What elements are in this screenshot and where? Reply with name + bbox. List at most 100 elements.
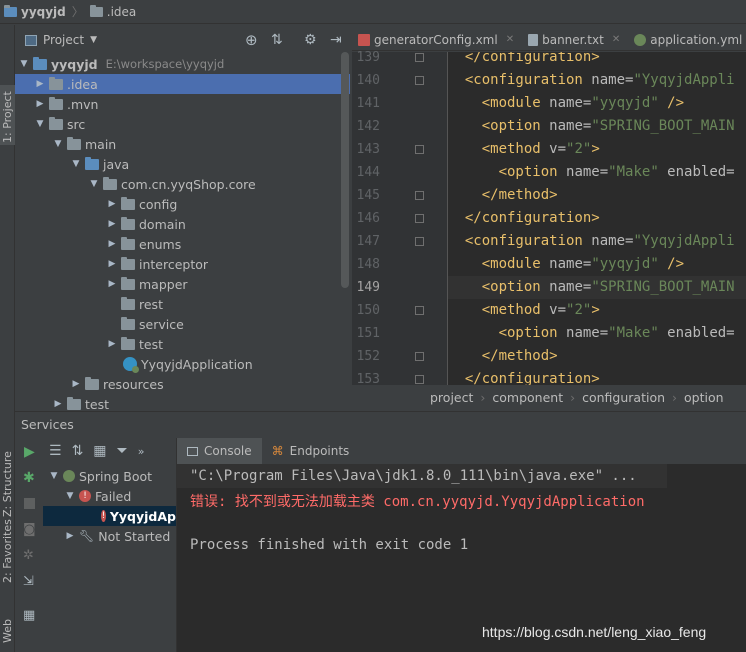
breadcrumb-item[interactable]: option [684,390,724,405]
editor-breadcrumb: project › component › configuration › op… [352,385,746,410]
tree-row-mapper[interactable]: ▶ mapper [15,274,350,294]
tree-label: Spring Boot [79,468,153,484]
fold-marker-icon[interactable] [415,53,424,62]
web-tool-tab[interactable]: Web [0,619,15,652]
tree-row-yyqyjd-application[interactable]: YyqyjdApplication [15,354,350,374]
spring-boot-icon [63,470,75,482]
collapsed-arrow-icon: ▶ [72,379,80,389]
expanded-arrow-icon: ▼ [54,139,62,149]
close-icon[interactable]: ✕ [612,34,620,45]
tree-label: yyqyjd [51,56,98,72]
tree-row-rest[interactable]: rest [15,294,350,314]
code-line: <module name="yyqyjd" /> [481,256,685,272]
tree-row-mvn[interactable]: ▶ .mvn [15,94,350,114]
tree-label: .mvn [67,96,99,112]
tree-label: enums [139,236,182,252]
project-view-icon [25,34,37,46]
watermark-url: https://blog.csdn.net/leng_xiao_feng [482,624,707,640]
folder-icon [89,4,103,17]
hide-panel-icon[interactable]: ⇥ [330,32,342,48]
tree-row-interceptor[interactable]: ▶ interceptor [15,254,350,274]
fold-marker-icon[interactable] [415,191,424,200]
web-tool-tab-label: Web [1,619,14,643]
navigation-bar: yyqyjd 〉 .idea [0,0,746,24]
collapsed-arrow-icon: ▶ [108,239,116,249]
tree-row-test[interactable]: ▶ test [15,394,350,410]
nav-separator: 〉 [71,5,84,19]
line-number: 144 [356,165,380,180]
project-tool-tab[interactable]: 1: Project [0,85,15,145]
more-icon[interactable]: » [138,445,145,458]
code-editor[interactable]: </configuration> <configuration name="Yy… [448,52,746,385]
expand-all-icon[interactable]: ☰ [49,443,62,459]
line-number: 142 [356,119,380,134]
fold-marker-icon[interactable] [415,76,424,85]
service-spring-boot[interactable]: ▼ Spring Boot [43,466,176,486]
line-number: 150 [356,303,380,318]
settings-icon[interactable]: ✲ [23,548,34,563]
error-icon: ! [79,490,91,502]
left-tool-strip: 1: Project Z: Structure 2: Favorites Web [0,25,15,652]
run-icon[interactable]: ▶ [24,444,35,460]
service-not-started-group[interactable]: ▶ 🔧︎ Not Started [43,526,176,546]
breadcrumb-separator: › [672,390,678,405]
project-view-selector[interactable]: Project [43,33,84,47]
tree-row-package-core[interactable]: ▼ com.cn.yyqShop.core [15,174,350,194]
nav-project-crumb[interactable]: yyqyjd [4,4,66,19]
tree-row-config[interactable]: ▶ config [15,194,350,214]
fold-marker-icon[interactable] [415,352,424,361]
gear-icon[interactable]: ⚙ [304,32,317,48]
deploy-icon[interactable]: ⇲ [23,574,34,589]
tree-row-idea[interactable]: ▶ .idea [15,74,350,94]
nav-folder-crumb[interactable]: .idea [89,4,136,19]
service-failed-group[interactable]: ▼ ! Failed [43,486,176,506]
close-icon[interactable]: ✕ [506,34,514,45]
tab-banner[interactable]: banner.txt ✕ [522,29,628,51]
tree-row-service[interactable]: service [15,314,350,334]
code-line: </configuration> [464,210,600,226]
line-number: 139 [356,50,380,65]
project-path: E:\workspace\yyqyjd [105,57,225,71]
package-icon [121,196,135,210]
tree-row-project-root[interactable]: ▼ yyqyjd E:\workspace\yyqyjd [15,54,350,74]
chevron-down-icon[interactable]: ▼ [90,35,97,45]
tree-row-test-package[interactable]: ▶ test [15,334,350,354]
fold-marker-icon[interactable] [415,375,424,384]
layout-icon[interactable]: ▦ [23,608,35,623]
breadcrumb-item[interactable]: project [430,390,473,405]
code-line: <module name="yyqyjd" /> [481,95,685,111]
collapse-all-icon[interactable]: ⇅ [72,443,84,459]
collapse-all-icon[interactable]: ⇅ [271,32,283,48]
tab-console[interactable]: Console [177,438,262,464]
tree-row-resources[interactable]: ▶ resources [15,374,350,394]
tree-row-java[interactable]: ▼ java [15,154,350,174]
tree-row-main[interactable]: ▼ main [15,134,350,154]
fold-marker-icon[interactable] [415,214,424,223]
project-scrollbar[interactable] [341,52,349,288]
tab-endpoints[interactable]: ⌘ Endpoints [262,438,360,464]
tree-label: domain [139,216,186,232]
group-icon[interactable]: ▦ [93,443,106,459]
stop-icon[interactable] [24,498,35,509]
breadcrumb-item[interactable]: component [492,390,563,405]
filter-icon[interactable]: ⏷ [117,443,128,459]
expanded-arrow-icon: ▼ [20,59,28,69]
tree-row-src[interactable]: ▼ src [15,114,350,134]
debug-icon[interactable]: ✱ [23,470,35,486]
camera-icon[interactable]: ◙ [23,522,36,537]
tree-row-enums[interactable]: ▶ enums [15,234,350,254]
line-number: 152 [356,349,380,364]
breadcrumb-item[interactable]: configuration [582,390,665,405]
fold-marker-icon[interactable] [415,145,424,154]
endpoints-icon: ⌘ [271,444,284,458]
project-tool-tab-label: 1: Project [1,91,14,143]
service-yyqyjd-application[interactable]: ! YyqyjdAp [43,506,176,526]
fold-marker-icon[interactable] [415,237,424,246]
services-tree: ▼ Spring Boot ▼ ! Failed ! YyqyjdAp ▶ 🔧︎… [43,464,176,652]
locate-file-icon[interactable]: ⊕ [245,31,258,49]
fold-marker-icon[interactable] [415,306,424,315]
tree-row-domain[interactable]: ▶ domain [15,214,350,234]
code-line: <method v="2"> [481,302,600,318]
line-number: 145 [356,188,380,203]
tab-application-yml[interactable]: application.yml [628,29,746,51]
